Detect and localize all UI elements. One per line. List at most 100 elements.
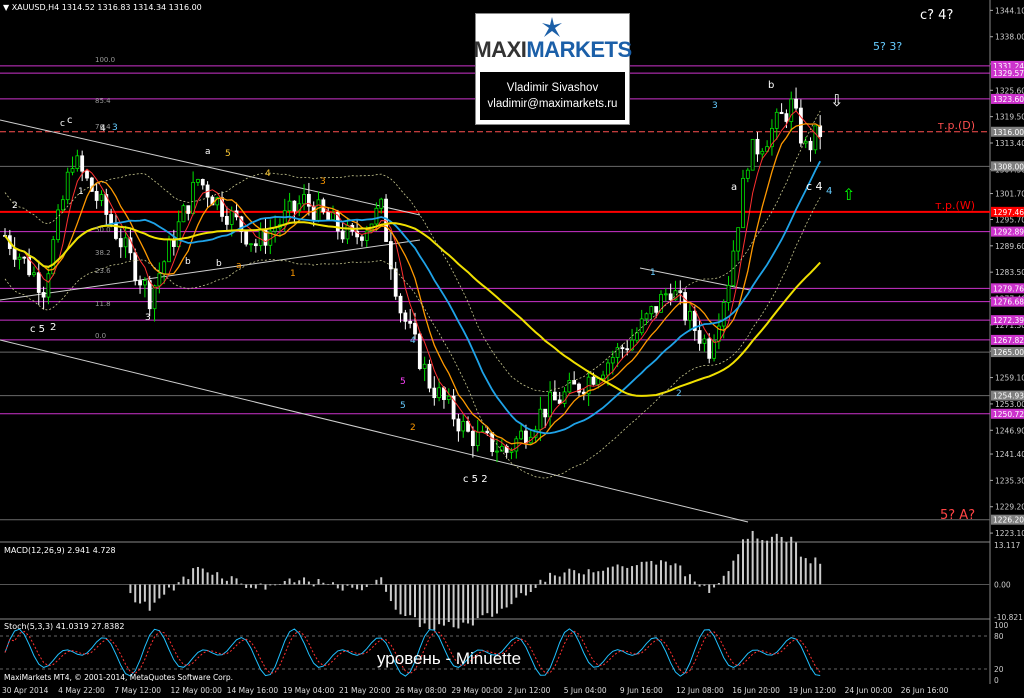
- wave-label: c 5: [30, 324, 45, 335]
- candle-body: [818, 125, 823, 137]
- candle-body: [360, 236, 364, 241]
- candle-body: [543, 408, 548, 418]
- candle-body: [427, 363, 432, 389]
- candle-body: [422, 363, 427, 369]
- macd-label: MACD(12,26,9) 2.941 4.728: [4, 546, 116, 555]
- wave-label: c: [60, 119, 65, 129]
- y-tick-label: 1253.00: [995, 400, 1024, 409]
- candle-body: [12, 248, 17, 260]
- wave-label: 4: [826, 186, 832, 197]
- wave-label: a: [731, 182, 737, 193]
- price-tag-label: 1254.93: [993, 392, 1024, 401]
- dropdown-triangle-icon[interactable]: ▼: [3, 3, 9, 12]
- maximarkets-logo: MAXIMARKETS: [473, 14, 632, 72]
- price-tag-label: 1250.72: [993, 410, 1024, 419]
- candle-body: [94, 190, 99, 201]
- candle-body: [99, 194, 104, 201]
- wave-label: 2: [50, 322, 56, 333]
- candle-body: [634, 332, 639, 341]
- author-name: Vladimir Sivashov: [506, 82, 599, 94]
- candle-body: [32, 272, 36, 276]
- candle-body: [258, 228, 263, 247]
- candle-body: [548, 391, 552, 418]
- macd-tick-label: 13.117: [994, 541, 1020, 550]
- candle-body: [688, 310, 692, 321]
- candle-body: [176, 221, 181, 247]
- candle-body: [446, 395, 451, 400]
- stoch-tick-label: 20: [994, 665, 1004, 674]
- price-tag-label: 1276.68: [993, 298, 1024, 307]
- candle-body: [668, 293, 673, 301]
- stoch-tick-label: 100: [994, 621, 1009, 630]
- candle-body: [85, 170, 89, 179]
- y-tick-label: 1229.20: [995, 503, 1024, 512]
- fib-label: 38.2: [95, 249, 111, 257]
- candle-body: [707, 338, 712, 359]
- candle-body: [345, 224, 350, 240]
- candle-body: [774, 111, 779, 129]
- candle-body: [485, 430, 490, 434]
- candle-body: [311, 205, 316, 221]
- candle-body: [200, 179, 205, 186]
- price-tag-label: 1279.76: [993, 284, 1024, 293]
- y-tick-label: 1313.40: [995, 139, 1024, 148]
- wave-label: 1: [650, 268, 656, 278]
- wave-label: 1: [78, 187, 84, 197]
- wave-label: 5: [400, 401, 406, 411]
- candle-body: [620, 347, 625, 350]
- price-tag-label: 1226.20: [993, 516, 1024, 525]
- candle-body: [741, 177, 745, 229]
- price-axis: 1344.101338.001331.701325.601319.501313.…: [990, 6, 1024, 538]
- candle-body: [552, 391, 557, 401]
- candle-body: [490, 432, 495, 453]
- symbol-line: XAUUSD,H4 1314.52 1316.83 1314.34 1316.0…: [11, 3, 202, 12]
- price-tag-label: 1292.89: [993, 228, 1024, 237]
- candle-body: [249, 243, 253, 246]
- candle-body: [244, 231, 249, 245]
- price-tag-label: 1329.57: [993, 69, 1024, 78]
- candle-body: [186, 205, 191, 214]
- stoch-label: Stoch(5,3,3) 41.0319 27.8382: [4, 622, 125, 631]
- price-tag-label: 1308.00: [993, 162, 1024, 171]
- fib-label: 100.0: [95, 56, 115, 64]
- candle-body: [509, 450, 514, 453]
- macd-tick-label: 0.00: [994, 580, 1011, 589]
- candle-body: [639, 318, 644, 334]
- candle-body: [167, 238, 171, 263]
- fib-label: 76.4: [95, 123, 111, 131]
- candle-body: [340, 230, 345, 240]
- wave-label: 3: [112, 123, 118, 133]
- candle-body: [123, 237, 128, 248]
- candle-body: [41, 292, 46, 298]
- wave-label: 3: [712, 101, 718, 111]
- wave-degree-caption: уровень - Minuette: [377, 649, 522, 668]
- fib-label: 11.8: [95, 300, 111, 308]
- stoch-tick-label: 0: [994, 676, 999, 685]
- candle-body: [316, 199, 321, 221]
- x-tick-label: 16 Jun 20:00: [732, 686, 780, 695]
- candle-body: [606, 362, 610, 376]
- x-tick-label: 19 Jun 12:00: [788, 686, 836, 695]
- candle-body: [65, 171, 70, 201]
- wave-label: 3: [320, 177, 326, 187]
- candle-body: [56, 209, 60, 241]
- x-tick-label: 26 Jun 16:00: [901, 686, 949, 695]
- candle-body: [495, 450, 499, 453]
- candle-body: [302, 193, 306, 205]
- maximarkets-logo-box: MAXIMARKETS Vladimir Sivashov vladimir@m…: [473, 13, 632, 125]
- price-tag-label: 1297.46: [993, 208, 1024, 217]
- candle-body: [813, 125, 818, 151]
- wave-label: 5: [400, 377, 406, 387]
- copyright-text: MaxiMarkets MT4, © 2001-2014, MetaQuotes…: [4, 673, 233, 682]
- candle-body: [388, 241, 393, 270]
- candle-body: [142, 280, 147, 286]
- candle-body: [17, 256, 22, 260]
- candle-body: [524, 430, 528, 444]
- wave-label: c: [67, 115, 73, 126]
- candle-body: [784, 113, 789, 122]
- candle-body: [461, 420, 466, 432]
- wave-label: 4: [265, 169, 271, 179]
- wave-label: b: [185, 257, 191, 267]
- candle-body: [403, 312, 408, 322]
- wave-label: a: [236, 261, 242, 271]
